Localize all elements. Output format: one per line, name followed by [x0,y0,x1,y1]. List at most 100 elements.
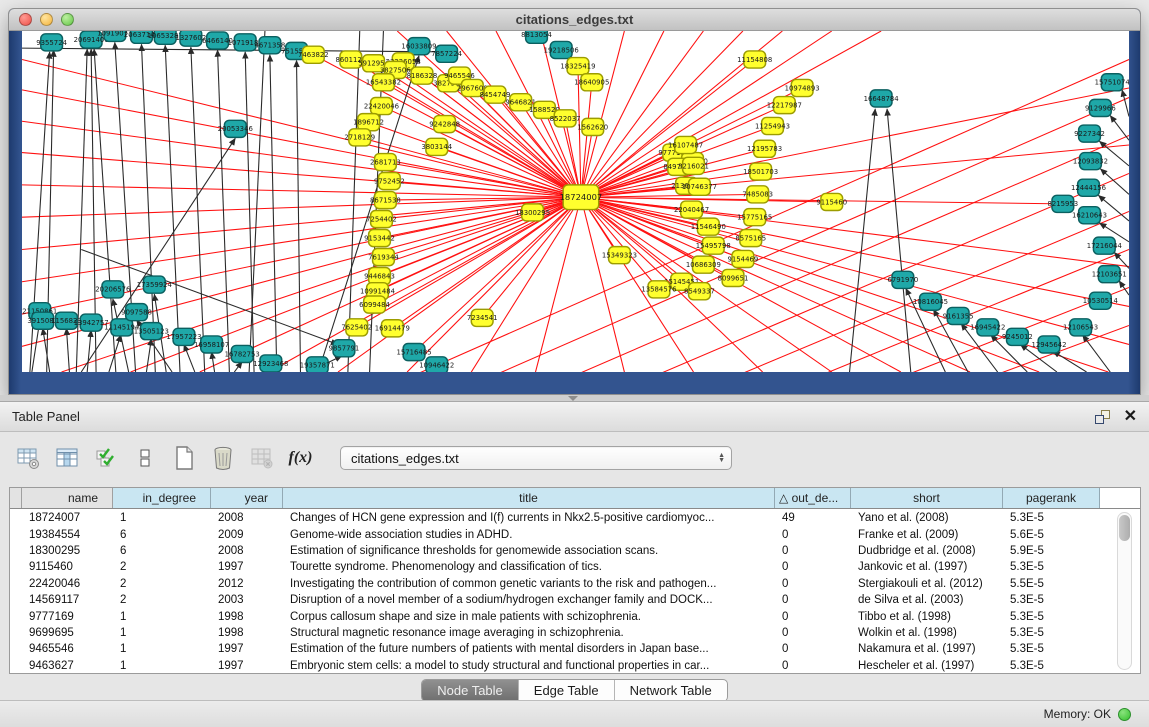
graph-node-9129966[interactable]: 9129966 [1085,99,1116,116]
table-cell[interactable]: Embryonic stem cells: a model to study s… [283,660,775,672]
table-cell[interactable]: 2008 [211,545,283,557]
graph-node-11154808[interactable]: 11154808 [737,51,772,68]
table-cell[interactable]: 0 [775,578,851,590]
table-cell[interactable]: 9699695 [22,627,113,639]
graph-node-7857224[interactable]: 7857224 [431,45,462,62]
delete-column-icon[interactable] [209,445,236,472]
graph-node-9161355[interactable]: 9161355 [943,307,974,324]
table-cell[interactable]: Estimation of significance thresholds fo… [283,545,775,557]
graph-node-3803144[interactable]: 3803144 [421,138,452,155]
table-cell[interactable]: 0 [775,643,851,655]
table-cell[interactable]: 2 [113,594,211,606]
table-cell[interactable]: 5.5E-5 [1003,578,1100,590]
graph-node-8813054[interactable]: 8813054 [521,31,552,43]
table-cell[interactable]: Dudbridge et al. (2008) [851,545,1003,557]
zoom-window-button[interactable] [61,13,74,26]
graph-node-15349323[interactable]: 15349323 [602,247,637,264]
table-cell[interactable]: 5.3E-5 [1003,561,1100,573]
table-cell[interactable]: Disruption of a novel member of a sodium… [283,594,775,606]
graph-node-12106543[interactable]: 12106543 [1063,319,1098,336]
graph-node-1562620[interactable]: 1562620 [577,118,608,135]
table-cell[interactable]: Jankovic et al. (1997) [851,561,1003,573]
table-row[interactable]: 1456911722003Disruption of a novel membe… [10,592,1140,608]
tab-network-table[interactable]: Network Table [615,680,727,701]
table-cell[interactable]: 14569117 [22,594,113,606]
table-cell[interactable]: Changes of HCN gene expression and I(f) … [283,512,775,524]
graph-node-8099651[interactable]: 8099651 [718,269,749,286]
graph-node-15775165[interactable]: 15775165 [737,209,772,226]
citation-network-graph[interactable]: 9355724206914061091907120637141106532871… [22,31,1129,372]
graph-node-7463822[interactable]: 7463822 [298,46,329,63]
graph-node-3216021[interactable]: 3216021 [678,157,709,174]
table-row[interactable]: 1830029562008Estimation of significance … [10,543,1140,559]
table-columns-icon[interactable] [53,445,80,472]
table-row[interactable]: 1872400712008Changes of HCN gene express… [10,510,1140,526]
row-height-icon[interactable] [131,445,158,472]
table-vertical-scrollbar[interactable] [1117,512,1132,670]
table-row[interactable]: 1938455462009Genome-wide association stu… [10,526,1140,542]
table-row[interactable]: 946554611997Estimation of the future num… [10,641,1140,657]
graph-node-9752452[interactable]: 9752452 [374,173,405,190]
graph-node-11254943[interactable]: 11254943 [755,117,790,134]
table-cell[interactable]: 2 [113,578,211,590]
graph-node-8671538[interactable]: 8671538 [370,192,401,209]
table-cell[interactable]: 5.3E-5 [1003,627,1100,639]
table-cell[interactable]: 2008 [211,512,283,524]
graph-node-7254402[interactable]: 7254402 [366,211,397,228]
table-settings-icon[interactable] [14,445,41,472]
table-cell[interactable]: 5.3E-5 [1003,611,1100,623]
table-cell[interactable]: 9463627 [22,660,113,672]
column-header-pagerank[interactable]: pagerank [1003,488,1100,508]
minimize-window-button[interactable] [40,13,53,26]
graph-node-12444156[interactable]: 12444156 [1071,179,1106,196]
table-cell[interactable]: Corpus callosum shape and size in male p… [283,611,775,623]
graph-node-19218506[interactable]: 19218506 [544,41,579,58]
table-cell[interactable]: Investigating the contribution of common… [283,578,775,590]
table-cell[interactable]: 18300295 [22,545,113,557]
graph-node-19357871[interactable]: 19357871 [300,357,335,372]
table-row[interactable]: 969969511998Structural magnetic resonanc… [10,625,1140,641]
table-cell[interactable]: Franke et al. (2009) [851,529,1003,541]
table-cell[interactable]: 5.9E-5 [1003,545,1100,557]
table-cell[interactable]: Hescheler et al. (1997) [851,660,1003,672]
graph-node-9355724[interactable]: 9355724 [36,34,67,51]
graph-node-9097588[interactable]: 9097588 [121,304,152,321]
graph-node-7625402[interactable]: 7625402 [341,319,372,336]
graph-node-22040467[interactable]: 22040467 [674,201,709,218]
column-header-in_degree[interactable]: in_degree [113,488,211,508]
graph-node-7619344[interactable]: 7619344 [368,249,399,266]
table-cell[interactable]: 1998 [211,611,283,623]
graph-node-18640905[interactable]: 18640905 [574,74,609,91]
column-header-short[interactable]: short [851,488,1003,508]
table-cell[interactable]: 1 [113,611,211,623]
graph-node-18724007[interactable]: 18724007 [560,185,603,210]
table-cell[interactable]: 1 [113,512,211,524]
network-window-titlebar[interactable]: citations_edges.txt [9,9,1140,31]
graph-node-16648784[interactable]: 16648784 [864,90,899,107]
column-header-name[interactable]: name [22,488,113,508]
table-cell[interactable]: 5.3E-5 [1003,660,1100,672]
table-cell[interactable]: 1 [113,627,211,639]
table-row[interactable]: 977716911998Corpus callosum shape and si… [10,608,1140,624]
graph-node-9242848[interactable]: 9242848 [429,116,460,133]
table-cell[interactable]: 19384554 [22,529,113,541]
graph-node-12195783[interactable]: 12195783 [747,140,782,157]
table-cell[interactable]: 5.6E-5 [1003,529,1100,541]
graph-node-9227342[interactable]: 9227342 [1074,125,1105,142]
graph-node-17216044[interactable]: 17216044 [1087,237,1122,254]
table-cell[interactable]: 18724007 [22,512,113,524]
table-cell[interactable]: 0 [775,545,851,557]
graph-node-12103651[interactable]: 12103651 [1092,266,1127,283]
graph-node-16945422[interactable]: 16945422 [970,319,1005,336]
function-icon[interactable]: f(x) [287,445,314,472]
table-cell[interactable]: 49 [775,512,851,524]
table-cell[interactable]: 2 [113,561,211,573]
table-cell[interactable]: 0 [775,594,851,606]
graph-node-18501703[interactable]: 18501703 [743,163,778,180]
column-header-out_de[interactable]: △ out_de... [775,488,851,508]
graph-node-15751074[interactable]: 15751074 [1095,74,1129,91]
table-source-dropdown[interactable]: citations_edges.txt ▲▼ [340,446,732,470]
graph-node-2718129[interactable]: 2718129 [344,129,375,146]
column-header-year[interactable]: year [211,488,283,508]
table-cell[interactable]: Wolkin et al. (1998) [851,627,1003,639]
